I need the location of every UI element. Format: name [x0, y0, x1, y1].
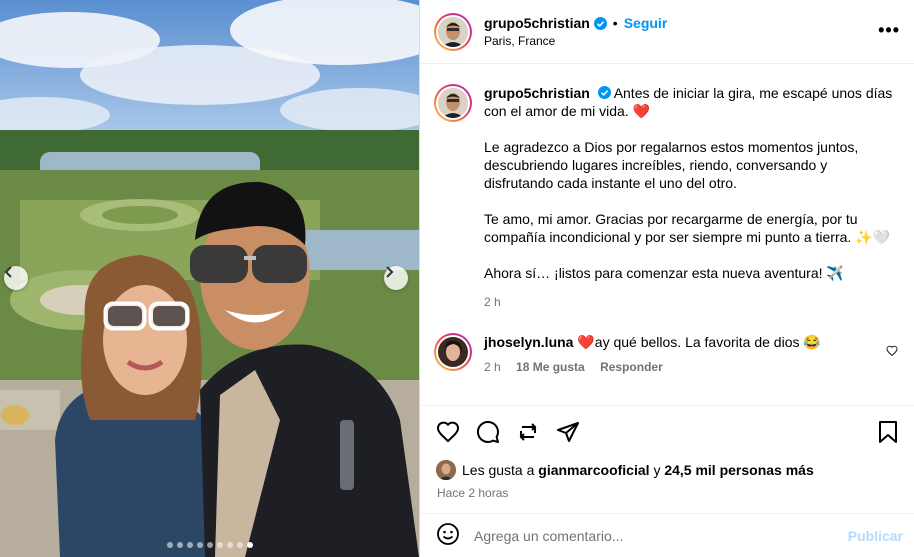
chevron-right-icon: [386, 266, 394, 278]
comments-section[interactable]: grupo5christian Antes de iniciar la gira…: [420, 64, 914, 404]
carousel-dot: [176, 542, 183, 548]
comment-time[interactable]: 2 h: [484, 360, 501, 374]
comment-bubble-icon: [476, 420, 499, 443]
author-avatar[interactable]: [434, 12, 472, 51]
caption-username[interactable]: grupo5christian: [484, 85, 590, 101]
carousel-dot: [236, 542, 243, 548]
caption-paragraph-3: Te amo, mi amor. Gracias por recargarme …: [484, 211, 891, 245]
carousel-indicator: [0, 542, 419, 548]
share-button[interactable]: [556, 420, 580, 444]
photo-scene: [0, 0, 419, 557]
comment-reply-button[interactable]: Responder: [600, 360, 663, 374]
comment-input[interactable]: [474, 527, 848, 544]
caption-author-avatar[interactable]: [434, 84, 472, 122]
heart-icon: [436, 421, 460, 443]
carousel-next-button[interactable]: [384, 266, 408, 290]
commenter-avatar-image: [438, 337, 468, 367]
caption-paragraph-2: Le agradezco a Dios por regalarnos estos…: [484, 139, 859, 191]
carousel-dot: [186, 542, 193, 548]
caption-verified-badge-icon: [597, 86, 611, 99]
follow-button[interactable]: Seguir: [624, 15, 668, 31]
paper-plane-icon: [557, 422, 579, 442]
comment-text: ❤️ay qué bellos. La favorita de dios 😂: [577, 334, 821, 350]
publish-button[interactable]: Publicar: [848, 528, 903, 544]
carousel-dot: [216, 542, 223, 548]
bookmark-icon: [879, 421, 897, 443]
separator-dot: •: [612, 15, 618, 31]
likes-others-count[interactable]: 24,5 mil personas más: [664, 462, 813, 478]
carousel-dot: [206, 542, 213, 548]
likes-connector: y: [653, 462, 661, 478]
emoji-picker-button[interactable]: [436, 522, 460, 549]
more-options-icon[interactable]: •••: [878, 20, 900, 41]
liker-avatar-image: [436, 460, 456, 480]
carousel-previous-button[interactable]: [4, 266, 28, 290]
likes-summary[interactable]: Les gusta a gianmarcooficial y 24,5 mil …: [436, 460, 899, 480]
likes-prefix: Les gusta a: [462, 462, 535, 478]
author-username[interactable]: grupo5christian: [484, 15, 590, 31]
comment-like-heart-icon[interactable]: [886, 345, 898, 357]
commenter-avatar[interactable]: [434, 333, 472, 371]
commenter-username[interactable]: jhoselyn.luna: [484, 334, 573, 350]
comment-likes-count[interactable]: 18 Me gusta: [516, 360, 585, 374]
post-header: grupo5christian • Seguir Paris, France •…: [420, 0, 914, 64]
caption-time[interactable]: 2 h: [484, 293, 900, 311]
post-location[interactable]: Paris, France: [484, 34, 667, 48]
verified-badge-icon: [593, 16, 607, 30]
post-caption: grupo5christian Antes de iniciar la gira…: [434, 84, 900, 311]
comment-button[interactable]: [476, 420, 500, 444]
carousel-dot: [196, 542, 203, 548]
post-actions: Les gusta a gianmarcooficial y 24,5 mil …: [420, 405, 914, 500]
repost-button[interactable]: [516, 420, 540, 444]
caption-avatar-image: [438, 88, 468, 118]
like-button[interactable]: [436, 420, 460, 444]
liker-avatar: [436, 460, 456, 480]
post-time[interactable]: Hace 2 horas: [437, 486, 899, 500]
liker-username[interactable]: gianmarcooficial: [538, 462, 649, 478]
smiley-icon: [437, 523, 459, 545]
carousel-dot: [166, 542, 173, 548]
carousel-dot: [226, 542, 233, 548]
author-avatar-image: [438, 16, 468, 47]
post-photo[interactable]: [0, 0, 419, 557]
chevron-left-icon: [4, 266, 12, 278]
comment-item: jhoselyn.luna ❤️ay qué bellos. La favori…: [434, 333, 900, 376]
post-side-panel: grupo5christian • Seguir Paris, France •…: [419, 0, 914, 557]
save-button[interactable]: [877, 420, 899, 444]
caption-paragraph-4: Ahora sí… ¡listos para comenzar esta nue…: [484, 265, 844, 281]
repost-arrows-icon: [519, 423, 537, 441]
add-comment-bar: Publicar: [420, 513, 914, 557]
carousel-dot: [246, 542, 253, 548]
